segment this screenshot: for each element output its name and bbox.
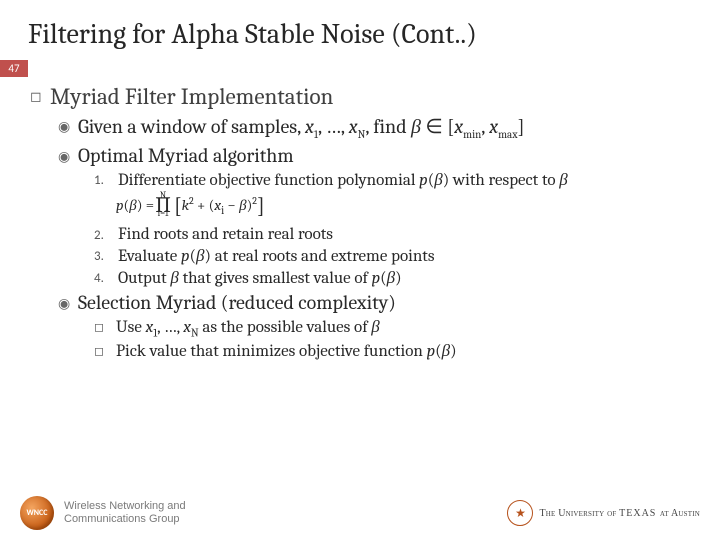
- step-number: 3.: [94, 246, 118, 264]
- ut-wordmark: The University of TEXAS at Austin: [539, 508, 700, 519]
- heading-lvl1: ◻ Myriad Filter Implementation: [30, 83, 690, 110]
- bullet-text: Given a window of samples, x1, …, xN, fi…: [78, 114, 525, 141]
- sub-text: Use x1, …, xN as the possible values of …: [116, 317, 380, 339]
- bullet-text: Selection Myriad (reduced complexity): [78, 291, 396, 314]
- box-bullet-icon: ◻: [94, 341, 116, 359]
- ut-austin-logo: ★ The University of TEXAS at Austin: [507, 500, 700, 526]
- step-4: 4. Output β that gives smallest value of…: [94, 268, 690, 288]
- step-1: 1. Differentiate objective function poly…: [94, 170, 690, 190]
- step-text: Evaluate p(β) at real roots and extreme …: [118, 246, 435, 266]
- step-2: 2. Find roots and retain real roots: [94, 225, 690, 244]
- step-number: 4.: [94, 268, 118, 286]
- slide-number-badge: 47: [0, 60, 28, 77]
- lbracket-icon: [: [174, 193, 182, 219]
- bullet-selection-myriad: ◉ Selection Myriad (reduced complexity): [58, 291, 690, 314]
- formula-p-beta: p(β) = N ∏ i=1 [ k2 + (xi − β)2 ]: [116, 192, 690, 219]
- sub-c1: ◻ Use x1, …, xN as the possible values o…: [94, 317, 690, 339]
- step-number: 1.: [94, 170, 118, 188]
- target-bullet-icon: ◉: [58, 144, 78, 167]
- ut-tail: at Austin: [660, 508, 700, 519]
- ut-seal-icon: ★: [507, 500, 533, 526]
- bullet-text: Optimal Myriad algorithm: [78, 144, 294, 167]
- box-bullet-icon: ◻: [94, 317, 116, 335]
- footer-group-name: Wireless Networking and Communications G…: [64, 500, 264, 526]
- bullet-optimal-myriad: ◉ Optimal Myriad algorithm: [58, 144, 690, 167]
- step-text: Find roots and retain real roots: [118, 225, 333, 244]
- bullet-given-window: ◉ Given a window of samples, x1, …, xN, …: [58, 114, 690, 141]
- step-number: 2.: [94, 225, 118, 243]
- target-bullet-icon: ◉: [58, 114, 78, 141]
- sub-text: Pick value that minimizes objective func…: [116, 341, 457, 361]
- sub-c2: ◻ Pick value that minimizes objective fu…: [94, 341, 690, 361]
- page-title: Filtering for Alpha Stable Noise (Cont..…: [0, 0, 720, 60]
- ut-pre: The University of: [539, 508, 616, 519]
- content-area: ◻ Myriad Filter Implementation ◉ Given a…: [0, 83, 720, 361]
- heading-text: Myriad Filter Implementation: [50, 83, 333, 110]
- step-text: Differentiate objective function polynom…: [118, 170, 568, 190]
- square-bullet-icon: ◻: [30, 83, 50, 110]
- product-limits: N ∏ i=1: [154, 192, 172, 219]
- target-bullet-icon: ◉: [58, 291, 78, 314]
- rbracket-icon: ]: [257, 193, 265, 219]
- step-text: Output β that gives smallest value of p(…: [118, 268, 402, 288]
- lower-limit: i=1: [158, 210, 169, 219]
- wncc-logo-icon: WNCC: [20, 496, 54, 530]
- step-3: 3. Evaluate p(β) at real roots and extre…: [94, 246, 690, 266]
- footer-left: WNCC Wireless Networking and Communicati…: [20, 496, 264, 530]
- formula-body: k2 + (xi − β)2: [182, 195, 257, 217]
- footer: WNCC Wireless Networking and Communicati…: [0, 496, 720, 530]
- ut-big: TEXAS: [619, 508, 660, 519]
- formula-lhs: p(β) =: [116, 196, 154, 215]
